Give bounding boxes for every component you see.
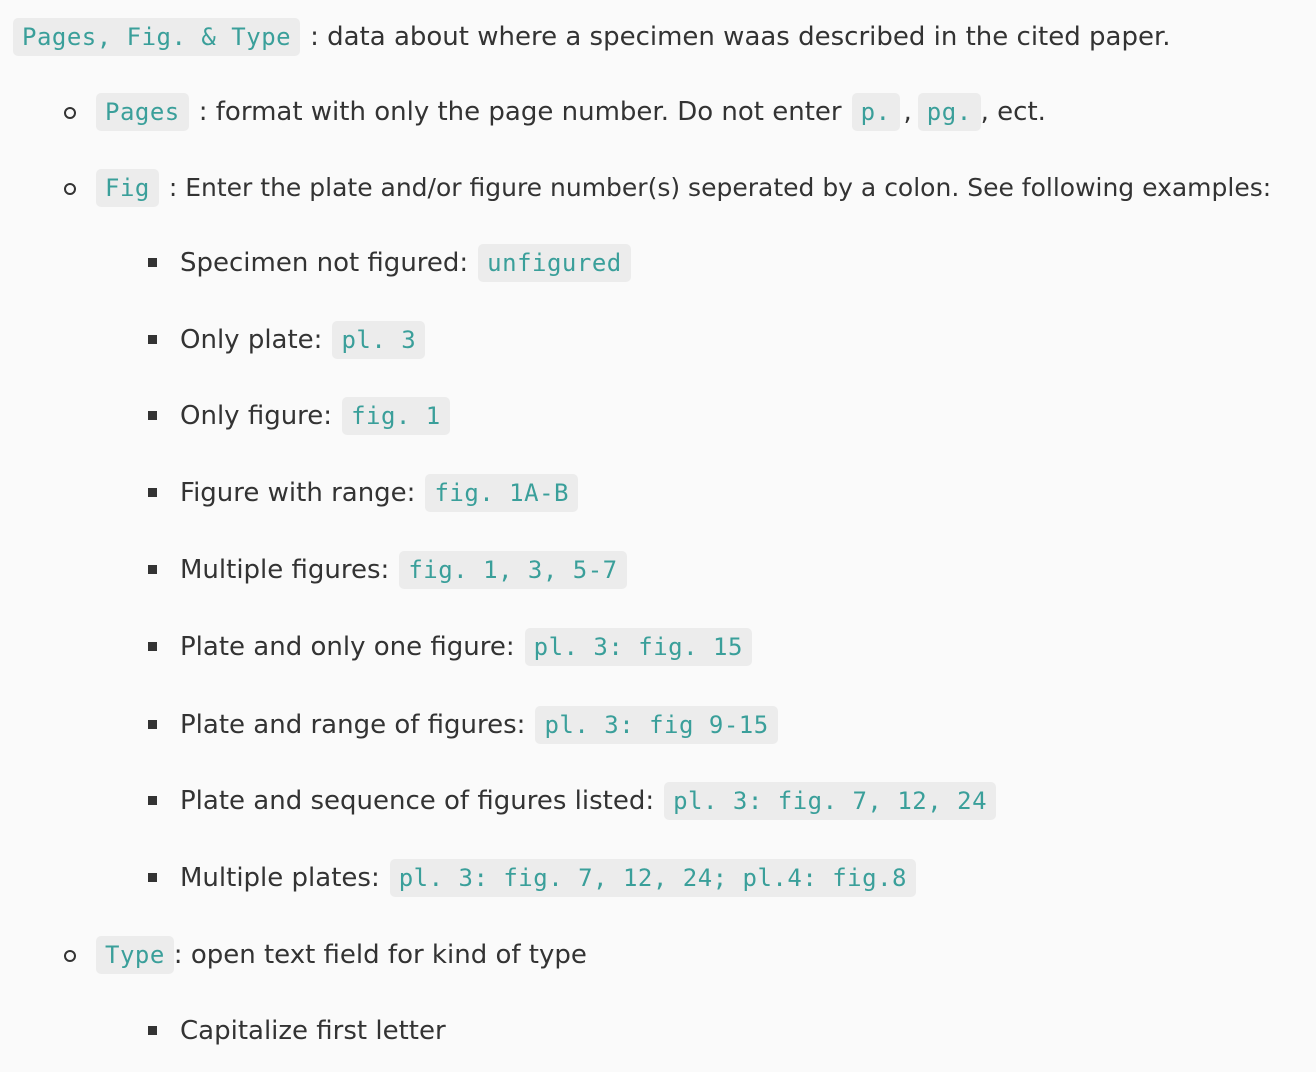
inline-code: pl. 3 [332,321,426,359]
type-text: : open text field for kind of type [173,940,587,970]
inline-code: Pages, Fig. & Type [13,18,301,56]
example-label: Specimen not figured: [180,248,469,278]
inline-code: Type [96,936,174,974]
square-bullet-icon [148,1026,157,1035]
circle-bullet-icon [64,107,76,119]
list-item-example: Multiple plates: pl. 3: fig. 7, 12, 24; … [180,858,916,898]
pages-text: : format with only the page number. Do n… [198,97,842,127]
square-bullet-icon [148,488,157,497]
inline-code: pg. [917,93,981,131]
inline-code: pl. 3: fig. 7, 12, 24; pl.4: fig.8 [389,859,916,897]
example-label: Figure with range: [180,478,416,508]
list-item-example: Multiple figures: fig. 1, 3, 5-7 [180,550,627,590]
square-bullet-icon [148,565,157,574]
square-bullet-icon [148,258,157,267]
example-label: Only figure: [180,401,333,431]
square-bullet-icon [148,642,157,651]
inline-code: fig. 1 [342,397,450,435]
inline-code: pl. 3: fig. 7, 12, 24 [664,782,997,820]
pages-text-after: , ect. [980,97,1046,127]
list-item-example: Plate and sequence of figures listed: pl… [180,781,997,821]
list-item-example: Plate and only one figure: pl. 3: fig. 1… [180,627,752,667]
square-bullet-icon [148,411,157,420]
list-item-fig: Fig : Enter the plate and/or figure numb… [96,168,1271,208]
list-item-example: Plate and range of figures: pl. 3: fig 9… [180,705,778,745]
list-item-pages: Pages : format with only the page number… [96,92,1046,132]
inline-code: fig. 1A-B [425,474,578,512]
intro-line: Pages, Fig. & Type : data about where a … [13,17,1171,57]
list-item-example: Specimen not figured: unfigured [180,243,631,283]
inline-code: Pages [96,93,189,131]
circle-bullet-icon [64,183,76,195]
inline-code: fig. 1, 3, 5-7 [399,551,627,589]
list-item-type: Type : open text field for kind of type [96,935,587,975]
square-bullet-icon [148,335,157,344]
comma-text: , [903,97,912,127]
square-bullet-icon [148,720,157,729]
inline-code: pl. 3: fig. 15 [524,628,752,666]
list-item-example: Figure with range: fig. 1A-B [180,473,578,513]
inline-code: unfigured [478,244,631,282]
inline-code: Fig [96,169,159,207]
inline-code: p. [851,93,900,131]
inline-code: pl. 3: fig 9-15 [535,706,778,744]
list-item-example: Only plate: pl. 3 [180,320,426,360]
example-label: Multiple plates: [180,863,380,893]
example-label: Plate and sequence of figures listed: [180,786,655,816]
circle-bullet-icon [64,950,76,962]
square-bullet-icon [148,796,157,805]
square-bullet-icon [148,873,157,882]
type-sub-text: Capitalize first letter [180,1016,446,1046]
list-item-example: Only figure: fig. 1 [180,396,450,436]
example-label: Only plate: [180,325,323,355]
example-label: Plate and range of figures: [180,710,526,740]
intro-text: : data about where a specimen waas descr… [310,22,1171,52]
list-item-type-sub: Capitalize first letter [180,1011,446,1051]
example-label: Multiple figures: [180,555,390,585]
fig-text: : Enter the plate and/or figure number(s… [168,173,1272,202]
example-label: Plate and only one figure: [180,632,515,662]
